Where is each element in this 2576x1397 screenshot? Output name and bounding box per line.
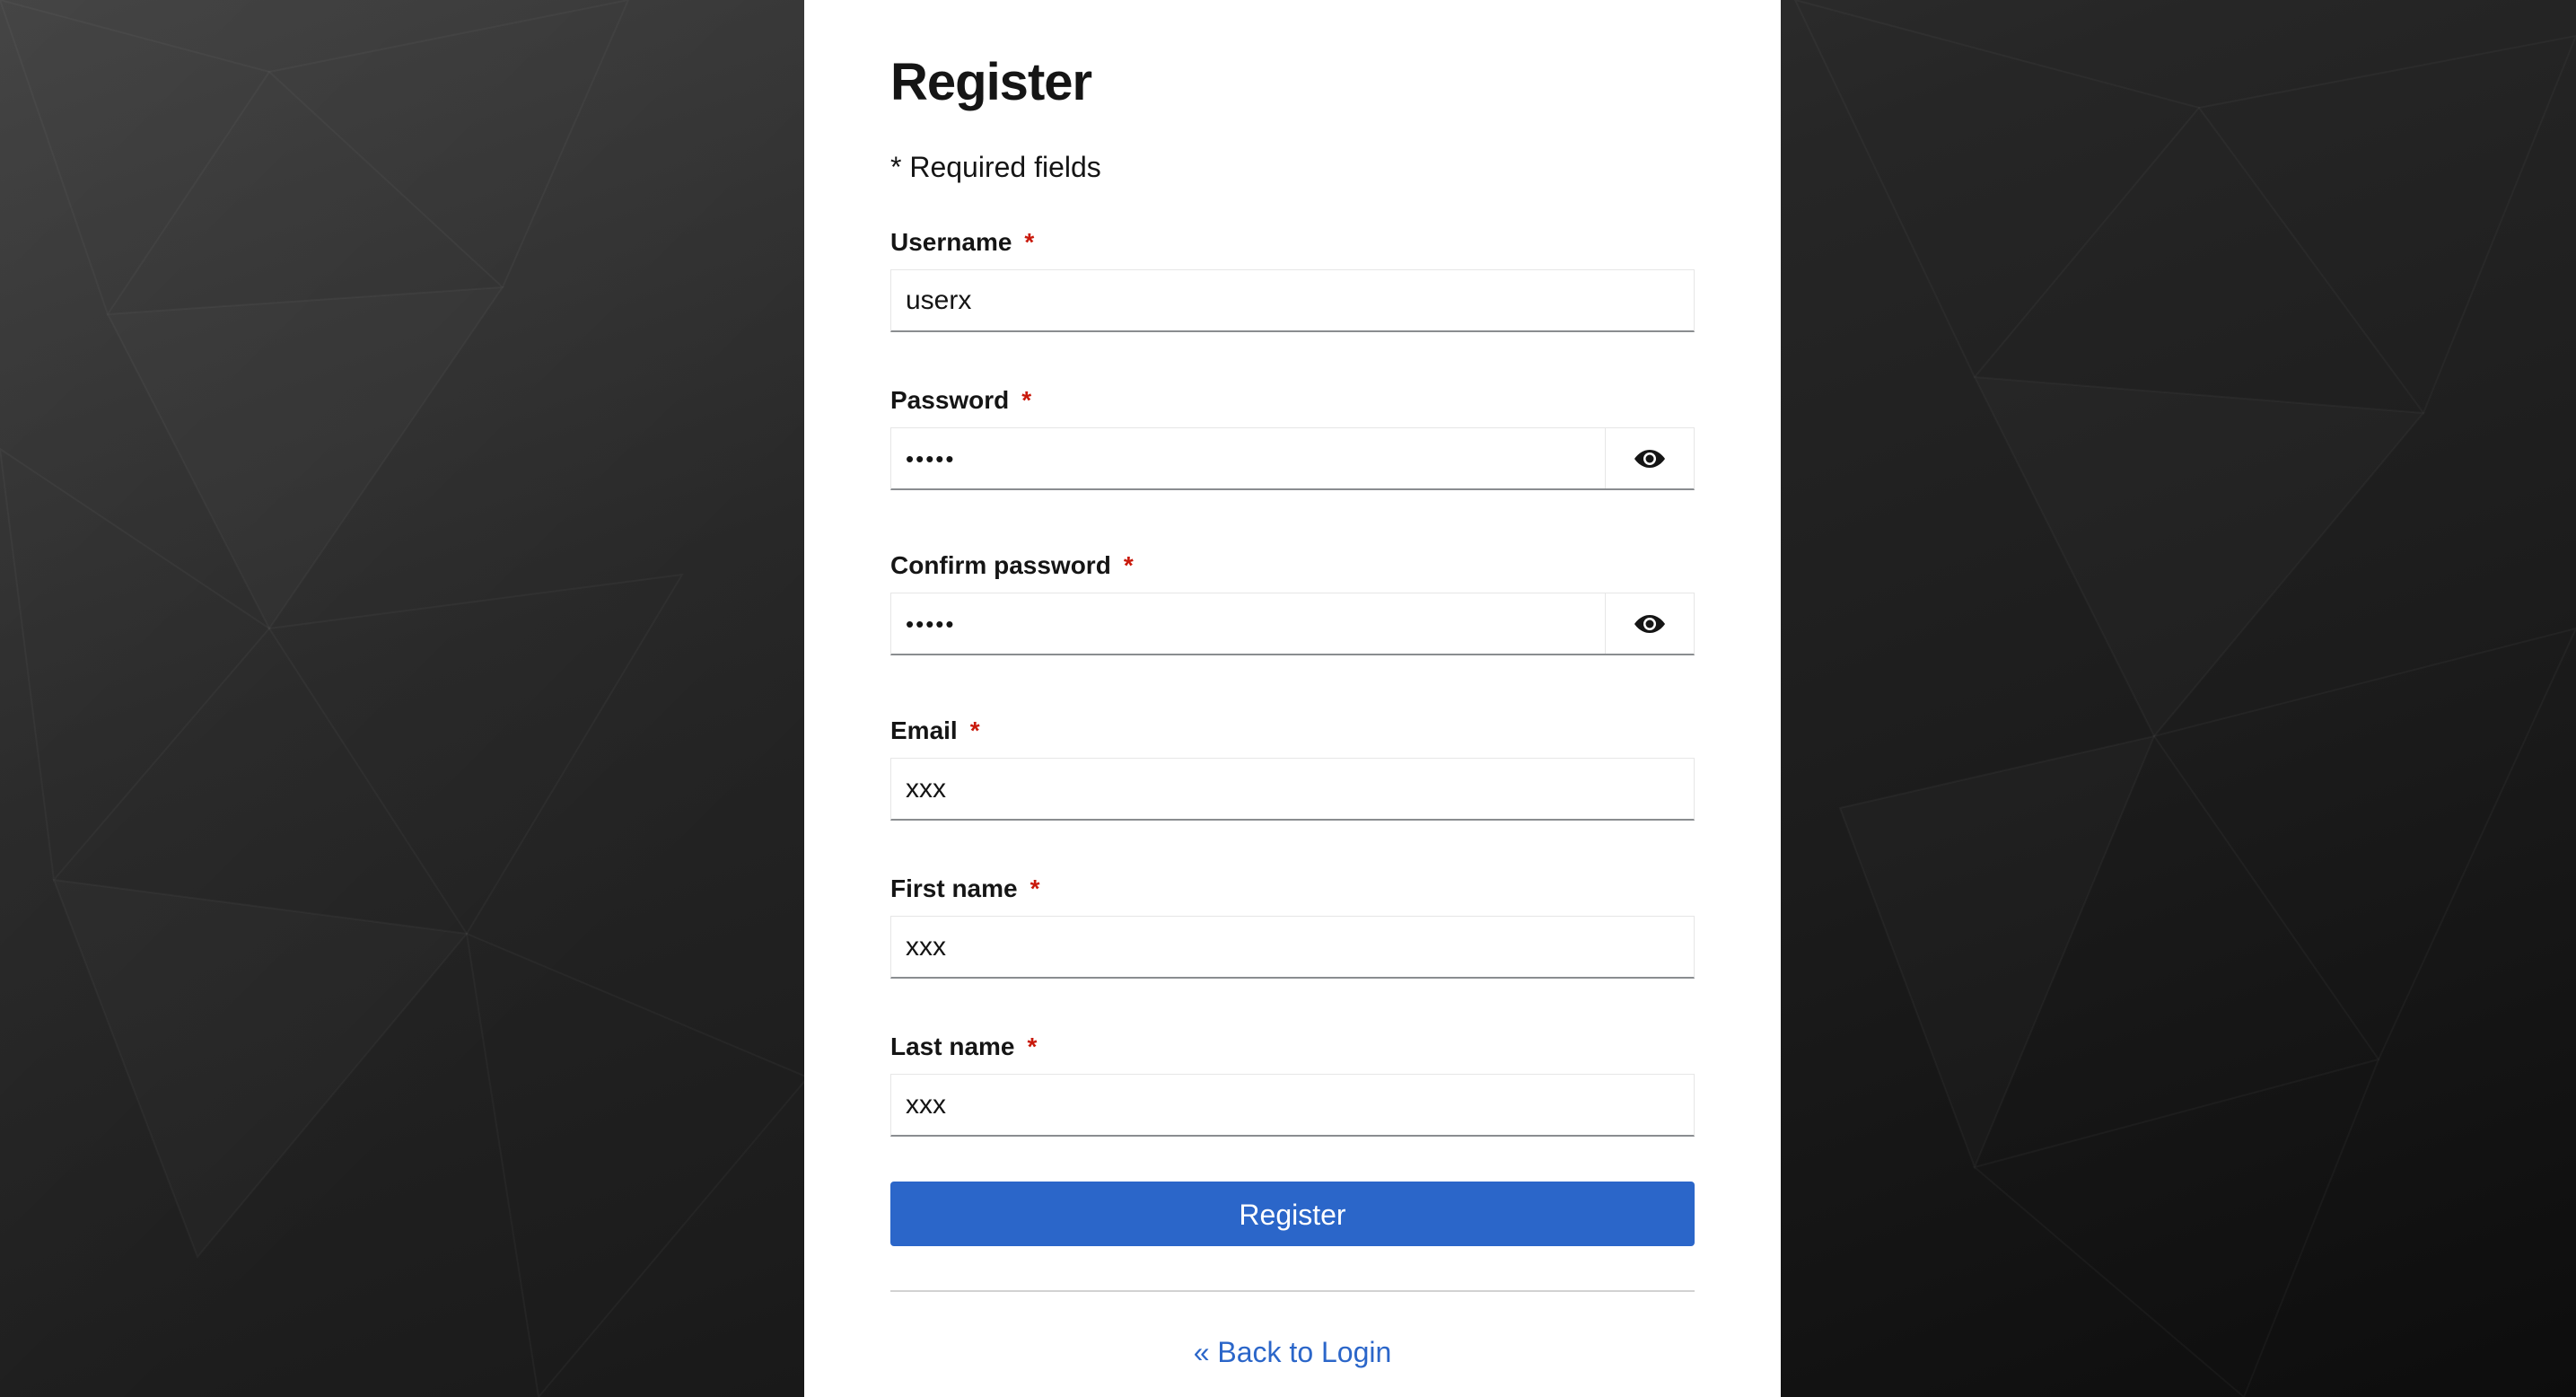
required-marker: * — [1030, 874, 1040, 902]
last-name-input[interactable]: xxx — [890, 1074, 1695, 1137]
last-name-value[interactable]: xxx — [891, 1075, 1694, 1135]
first-name-value[interactable]: xxx — [891, 917, 1694, 977]
username-label-text: Username — [890, 228, 1012, 256]
first-name-label-text: First name — [890, 874, 1018, 902]
back-to-login-link[interactable]: « Back to Login — [890, 1336, 1695, 1369]
required-marker: * — [1123, 551, 1134, 579]
last-name-label-text: Last name — [890, 1032, 1015, 1060]
password-field-group: Password * ••••• — [890, 382, 1695, 490]
required-marker: * — [1027, 1032, 1038, 1060]
password-label-text: Password — [890, 386, 1010, 414]
first-name-field-group: First name * xxx — [890, 871, 1695, 979]
password-label: Password * — [890, 382, 1695, 418]
eye-icon — [1634, 614, 1665, 633]
password-input[interactable]: ••••• — [890, 427, 1695, 490]
username-label: Username * — [890, 224, 1695, 260]
last-name-field-group: Last name * xxx — [890, 1029, 1695, 1137]
confirm-password-value[interactable]: ••••• — [891, 593, 1605, 654]
register-button[interactable]: Register — [890, 1182, 1695, 1246]
last-name-label: Last name * — [890, 1029, 1695, 1065]
first-name-input[interactable]: xxx — [890, 916, 1695, 979]
first-name-label: First name * — [890, 871, 1695, 907]
confirm-password-field-group: Confirm password * ••••• — [890, 548, 1695, 655]
required-marker: * — [969, 716, 980, 744]
required-marker: * — [1021, 386, 1032, 414]
email-value[interactable]: xxx — [891, 759, 1694, 819]
confirm-password-input[interactable]: ••••• — [890, 593, 1695, 655]
required-fields-note: * Required fields — [890, 151, 1101, 183]
confirm-password-label-text: Confirm password — [890, 551, 1111, 579]
show-password-button[interactable] — [1605, 428, 1694, 488]
register-panel: Register * Required fields Username * use… — [804, 0, 1781, 1397]
email-label: Email * — [890, 713, 1695, 749]
page-title: Register — [890, 53, 1092, 111]
divider — [890, 1290, 1695, 1292]
username-value[interactable]: userx — [891, 270, 1694, 330]
show-confirm-password-button[interactable] — [1605, 593, 1694, 654]
email-input[interactable]: xxx — [890, 758, 1695, 821]
required-marker: * — [1024, 228, 1035, 256]
eye-icon — [1634, 449, 1665, 468]
confirm-password-label: Confirm password * — [890, 548, 1695, 584]
email-field-group: Email * xxx — [890, 713, 1695, 821]
password-value[interactable]: ••••• — [891, 428, 1605, 488]
username-field-group: Username * userx — [890, 224, 1695, 332]
username-input[interactable]: userx — [890, 269, 1695, 332]
email-label-text: Email — [890, 716, 958, 744]
